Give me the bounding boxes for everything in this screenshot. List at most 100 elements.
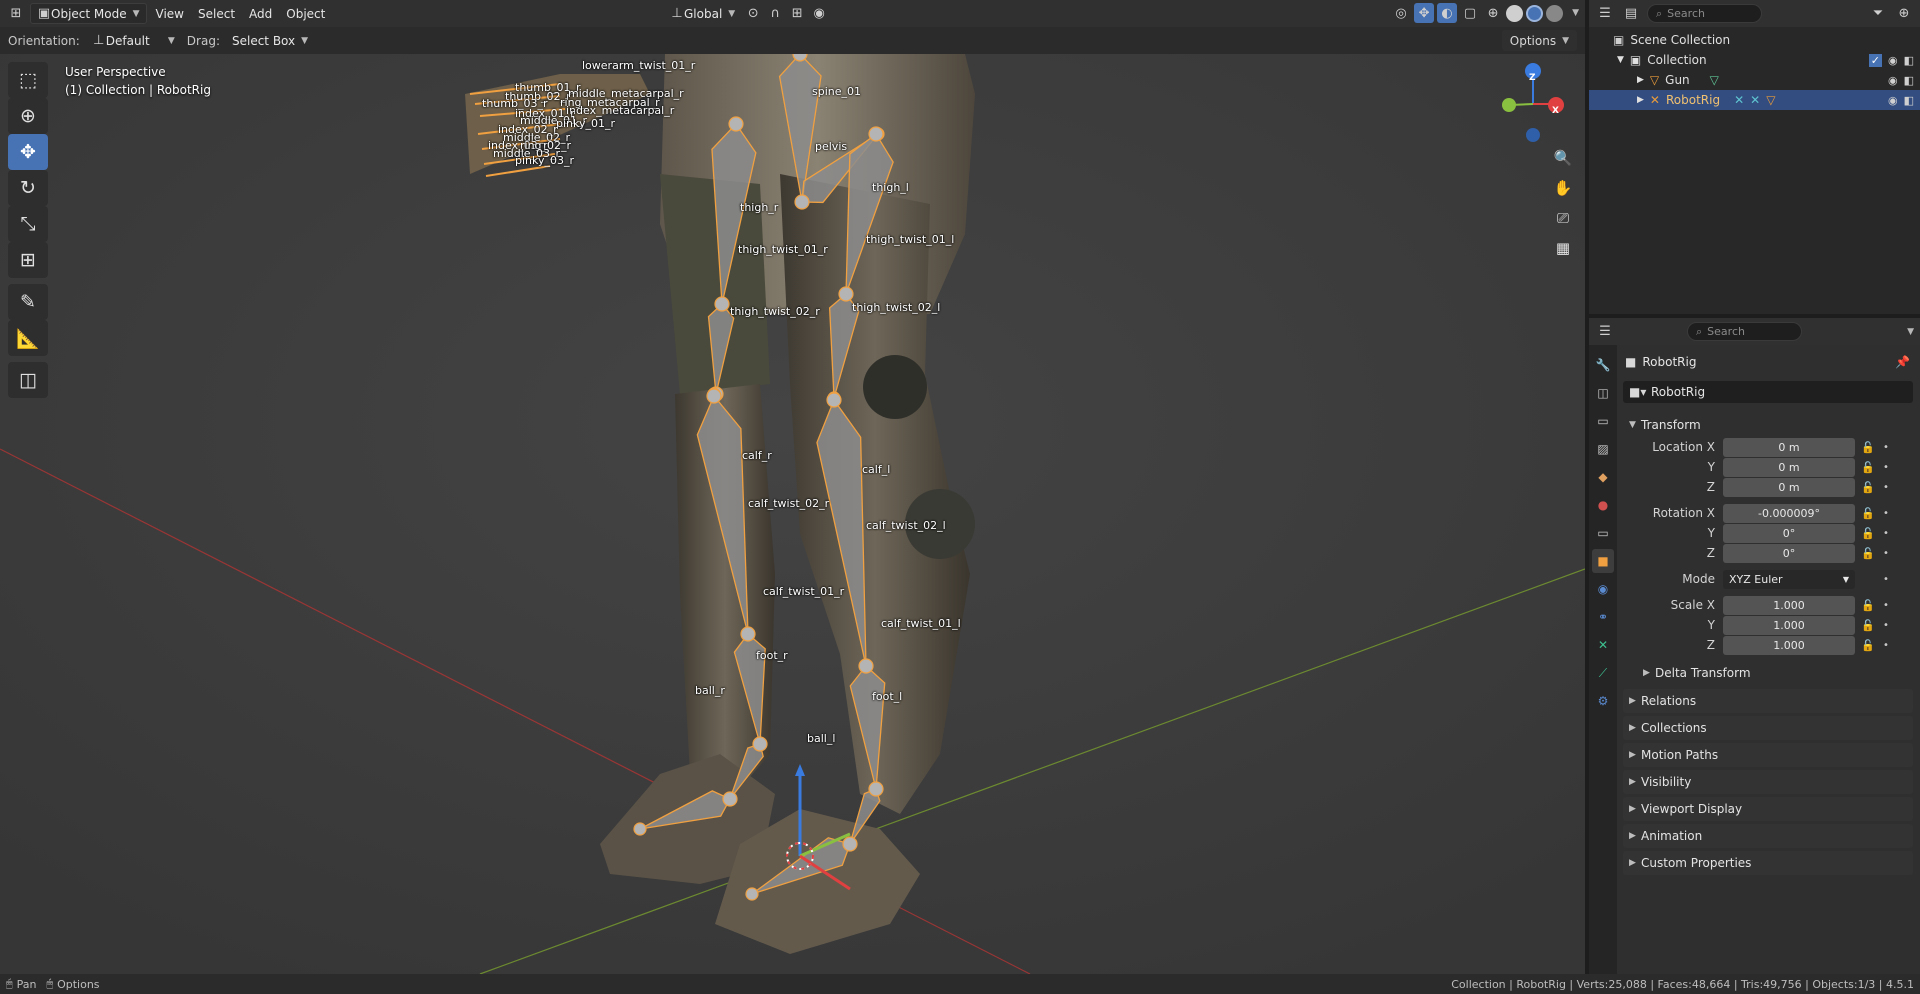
lock-icon[interactable]: 🔓 — [1855, 441, 1881, 454]
zoom-button[interactable]: 🔍 — [1549, 144, 1577, 172]
outliner-search[interactable]: ⌕ Search — [1647, 4, 1762, 23]
gizmo-icon[interactable]: ✥ — [1414, 3, 1435, 23]
eye-icon[interactable]: ◉ — [1888, 94, 1898, 107]
armature-data-tab[interactable]: ✕ — [1592, 633, 1614, 657]
outliner-row-gun[interactable]: ▶ ▽ Gun ▽ ◉ ◧ — [1589, 70, 1920, 90]
keyframe-dot-icon[interactable]: • — [1881, 574, 1891, 585]
proportional-edit-icon[interactable]: ◉ — [809, 4, 829, 24]
outliner-row-collection[interactable]: ▼ ▣ Collection ✓ ◉ ◧ — [1589, 50, 1920, 70]
camera-icon[interactable]: ◧ — [1904, 54, 1914, 67]
rotation-z-field[interactable]: 0° — [1723, 543, 1855, 563]
keyframe-dot-icon[interactable]: • — [1881, 600, 1891, 611]
lock-icon[interactable]: 🔓 — [1855, 599, 1881, 612]
physics-tab[interactable]: ◉ — [1592, 577, 1614, 601]
options-dropdown[interactable]: Options ▼ — [1501, 30, 1577, 51]
object-tab[interactable]: ■ — [1592, 549, 1614, 573]
camera-view-button[interactable]: ⎚ — [1549, 204, 1577, 232]
bone-tab[interactable]: ⟋ — [1592, 661, 1614, 685]
scale-tool[interactable]: ⤡ — [8, 206, 48, 242]
chevron-down-icon[interactable]: ▼ — [1907, 327, 1914, 337]
location-z-field[interactable]: 0 m — [1723, 477, 1855, 497]
outliner-row-scene-collection[interactable]: ▣ Scene Collection — [1589, 30, 1920, 50]
editor-type-icon[interactable]: ☰ — [1595, 322, 1615, 342]
3d-viewport[interactable]: lowerarm_twist_01_r spine_01 thumb_01_r thu… — [0, 54, 1585, 974]
select-box-tool[interactable]: ⬚ — [8, 62, 48, 98]
lock-icon[interactable]: 🔓 — [1855, 547, 1881, 560]
lock-icon[interactable]: 🔓 — [1855, 527, 1881, 540]
keyframe-dot-icon[interactable]: • — [1881, 528, 1891, 539]
keyframe-dot-icon[interactable]: • — [1881, 620, 1891, 631]
keyframe-dot-icon[interactable]: • — [1881, 548, 1891, 559]
animation-panel-header[interactable]: ▶ Animation — [1623, 824, 1913, 848]
constraints-tab[interactable]: ⚭ — [1592, 605, 1614, 629]
custom-properties-panel-header[interactable]: ▶ Custom Properties — [1623, 851, 1913, 875]
xray-icon[interactable]: ▢ — [1460, 3, 1480, 23]
scale-x-field[interactable]: 1.000 — [1723, 595, 1855, 615]
annotate-tool[interactable]: ✎ — [8, 284, 48, 320]
rotate-tool[interactable]: ↻ — [8, 170, 48, 206]
menu-view[interactable]: View — [151, 3, 189, 24]
camera-icon[interactable]: ◧ — [1904, 74, 1914, 87]
shading-options-chevron-icon[interactable]: ▼ — [1572, 8, 1579, 18]
pan-button[interactable]: ✋ — [1549, 174, 1577, 202]
location-x-field[interactable]: 0 m — [1723, 437, 1855, 457]
view-layer-tab[interactable]: ▨ — [1592, 437, 1614, 461]
transform-tool[interactable]: ⊞ — [8, 242, 48, 278]
lock-icon[interactable]: 🔓 — [1855, 461, 1881, 474]
keyframe-dot-icon[interactable]: • — [1881, 442, 1891, 453]
relations-panel-header[interactable]: ▶ Relations — [1623, 689, 1913, 713]
lock-icon[interactable]: 🔓 — [1855, 619, 1881, 632]
visibility-panel-header[interactable]: ▶ Visibility — [1623, 770, 1913, 794]
bone-constraint-tab[interactable]: ⚙ — [1592, 689, 1614, 713]
expand-chevron-icon[interactable]: ▶ — [1637, 75, 1644, 85]
wireframe-shading-icon[interactable]: ⊕ — [1483, 3, 1503, 23]
collections-panel-header[interactable]: ▶ Collections — [1623, 716, 1913, 740]
expand-chevron-icon[interactable]: ▶ — [1637, 95, 1644, 105]
outliner-row-robotrig[interactable]: ▶ ✕ RobotRig ✕ ✕ ▽ ◉ ◧ — [1589, 90, 1920, 110]
rotation-x-field[interactable]: -0.000009° — [1723, 503, 1855, 523]
filter-icon[interactable]: ⏷ — [1868, 4, 1888, 24]
properties-search[interactable]: ⌕ Search — [1687, 322, 1802, 341]
ortho-toggle-button[interactable]: ▦ — [1549, 234, 1577, 262]
menu-object[interactable]: Object — [281, 3, 330, 24]
keyframe-dot-icon[interactable]: • — [1881, 462, 1891, 473]
eye-icon[interactable]: ◉ — [1888, 54, 1898, 67]
rotation-mode-dropdown[interactable]: XYZ Euler ▼ — [1723, 569, 1855, 589]
camera-icon[interactable]: ◧ — [1904, 94, 1914, 107]
tool-tab[interactable]: 🔧 — [1592, 353, 1614, 377]
menu-add[interactable]: Add — [244, 3, 277, 24]
scene-tab[interactable]: ◆ — [1592, 465, 1614, 489]
add-cube-tool[interactable]: ◫ — [8, 362, 48, 398]
move-tool[interactable]: ✥ — [8, 134, 48, 170]
overlays-icon[interactable]: ◐ — [1437, 3, 1458, 23]
new-collection-icon[interactable]: ⊕ — [1894, 4, 1914, 24]
checkbox-icon[interactable]: ✓ — [1868, 53, 1882, 67]
collection-tab[interactable]: ▭ — [1592, 521, 1614, 545]
solid-shading-icon[interactable] — [1506, 4, 1524, 22]
render-tab[interactable]: ◫ — [1592, 381, 1614, 405]
viewport-display-panel-header[interactable]: ▶ Viewport Display — [1623, 797, 1913, 821]
scale-y-field[interactable]: 1.000 — [1723, 615, 1855, 635]
display-mode-icon[interactable]: ▤ — [1621, 4, 1641, 24]
snap-target-icon[interactable]: ⊞ — [787, 4, 807, 24]
output-tab[interactable]: ▭ — [1592, 409, 1614, 433]
delta-transform-subpanel[interactable]: ▶ Delta Transform — [1637, 661, 1913, 685]
drag-dropdown[interactable]: Select Box ▼ — [226, 31, 314, 51]
orientation-dropdown[interactable]: ⊥ Default ▼ — [86, 31, 181, 51]
object-name-field[interactable]: ■▾ RobotRig — [1623, 381, 1913, 403]
material-shading-icon[interactable] — [1526, 4, 1544, 22]
eye-icon[interactable]: ◉ — [1888, 74, 1898, 87]
lock-icon[interactable]: 🔓 — [1855, 639, 1881, 652]
motion-paths-panel-header[interactable]: ▶ Motion Paths — [1623, 743, 1913, 767]
keyframe-dot-icon[interactable]: • — [1881, 482, 1891, 493]
scale-z-field[interactable]: 1.000 — [1723, 635, 1855, 655]
cursor-tool[interactable]: ⊕ — [8, 98, 48, 134]
snap-icon[interactable]: ∩ — [765, 4, 785, 24]
menu-select[interactable]: Select — [193, 3, 240, 24]
rotation-y-field[interactable]: 0° — [1723, 523, 1855, 543]
location-y-field[interactable]: 0 m — [1723, 457, 1855, 477]
keyframe-dot-icon[interactable]: • — [1881, 508, 1891, 519]
keyframe-dot-icon[interactable]: • — [1881, 640, 1891, 651]
expand-chevron-icon[interactable]: ▼ — [1617, 55, 1624, 65]
world-tab[interactable]: ● — [1592, 493, 1614, 517]
